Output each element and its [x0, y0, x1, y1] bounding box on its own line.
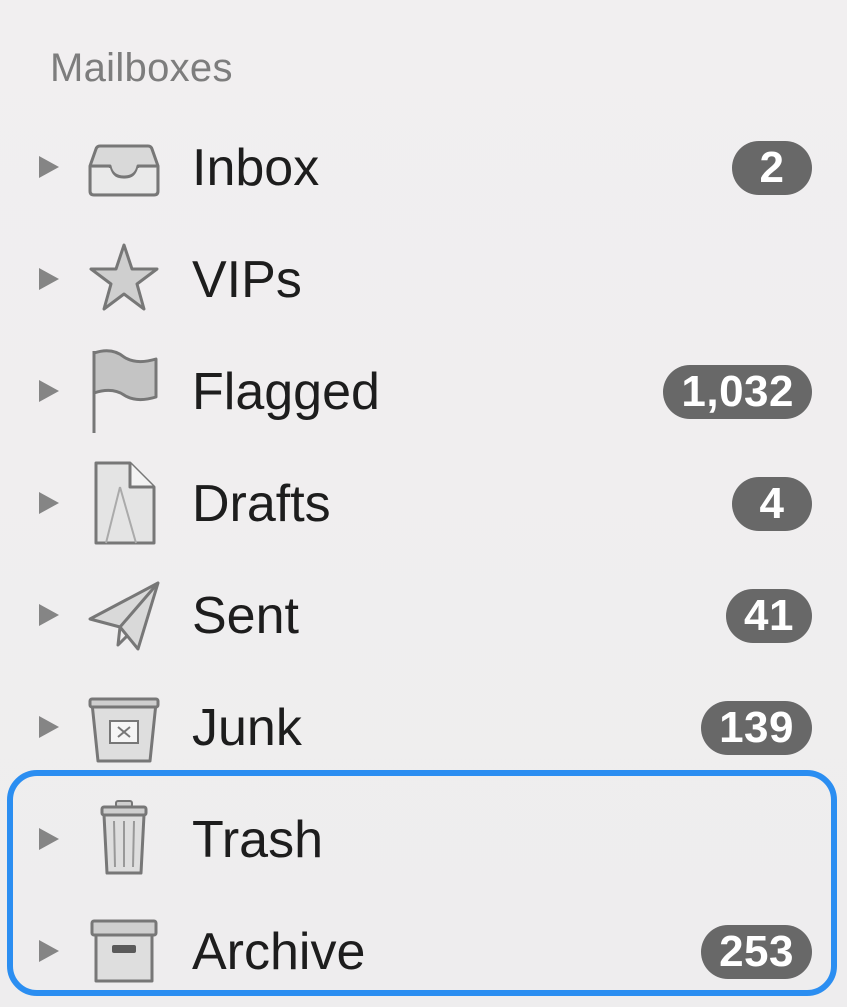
section-title: Mailboxes	[50, 46, 233, 90]
mailbox-label-flagged: Flagged	[192, 363, 380, 421]
inbox-tray-icon	[88, 144, 160, 197]
disclosure-triangle-icon[interactable]	[36, 266, 62, 292]
highlight-outline	[7, 770, 837, 996]
disclosure-triangle-icon[interactable]	[36, 378, 62, 404]
disclosure-triangle-icon[interactable]	[36, 602, 62, 628]
mailbox-row-vips[interactable]: VIPs	[0, 222, 847, 334]
disclosure-triangle-icon[interactable]	[36, 490, 62, 516]
flag-icon	[92, 349, 158, 433]
junk-box-icon	[88, 697, 160, 763]
mailbox-sidebar: Mailboxes Inbox 2 VIPs Flagged 1,032 Dra…	[0, 0, 847, 1007]
disclosure-triangle-icon[interactable]	[36, 714, 62, 740]
unread-count-badge: 139	[701, 701, 812, 755]
mailbox-label-drafts: Drafts	[192, 475, 331, 533]
unread-count-badge: 41	[726, 589, 812, 643]
mailbox-label-junk: Junk	[192, 699, 302, 757]
mailbox-label-inbox: Inbox	[192, 139, 320, 197]
mailbox-row-sent[interactable]: Sent 41	[0, 558, 847, 670]
unread-count-badge: 1,032	[663, 365, 812, 419]
disclosure-triangle-icon[interactable]	[36, 154, 62, 180]
mailbox-label-sent: Sent	[192, 587, 299, 645]
unread-count-badge: 4	[732, 477, 812, 531]
paper-plane-icon	[88, 581, 160, 651]
mailbox-row-junk[interactable]: Junk 139	[0, 670, 847, 782]
mailbox-row-flagged[interactable]: Flagged 1,032	[0, 334, 847, 446]
mailbox-row-inbox[interactable]: Inbox 2	[0, 110, 847, 222]
draft-document-icon	[94, 461, 156, 545]
mailbox-label-vips: VIPs	[192, 251, 302, 309]
star-icon	[89, 243, 159, 311]
mailbox-row-drafts[interactable]: Drafts 4	[0, 446, 847, 558]
unread-count-badge: 2	[732, 141, 812, 195]
